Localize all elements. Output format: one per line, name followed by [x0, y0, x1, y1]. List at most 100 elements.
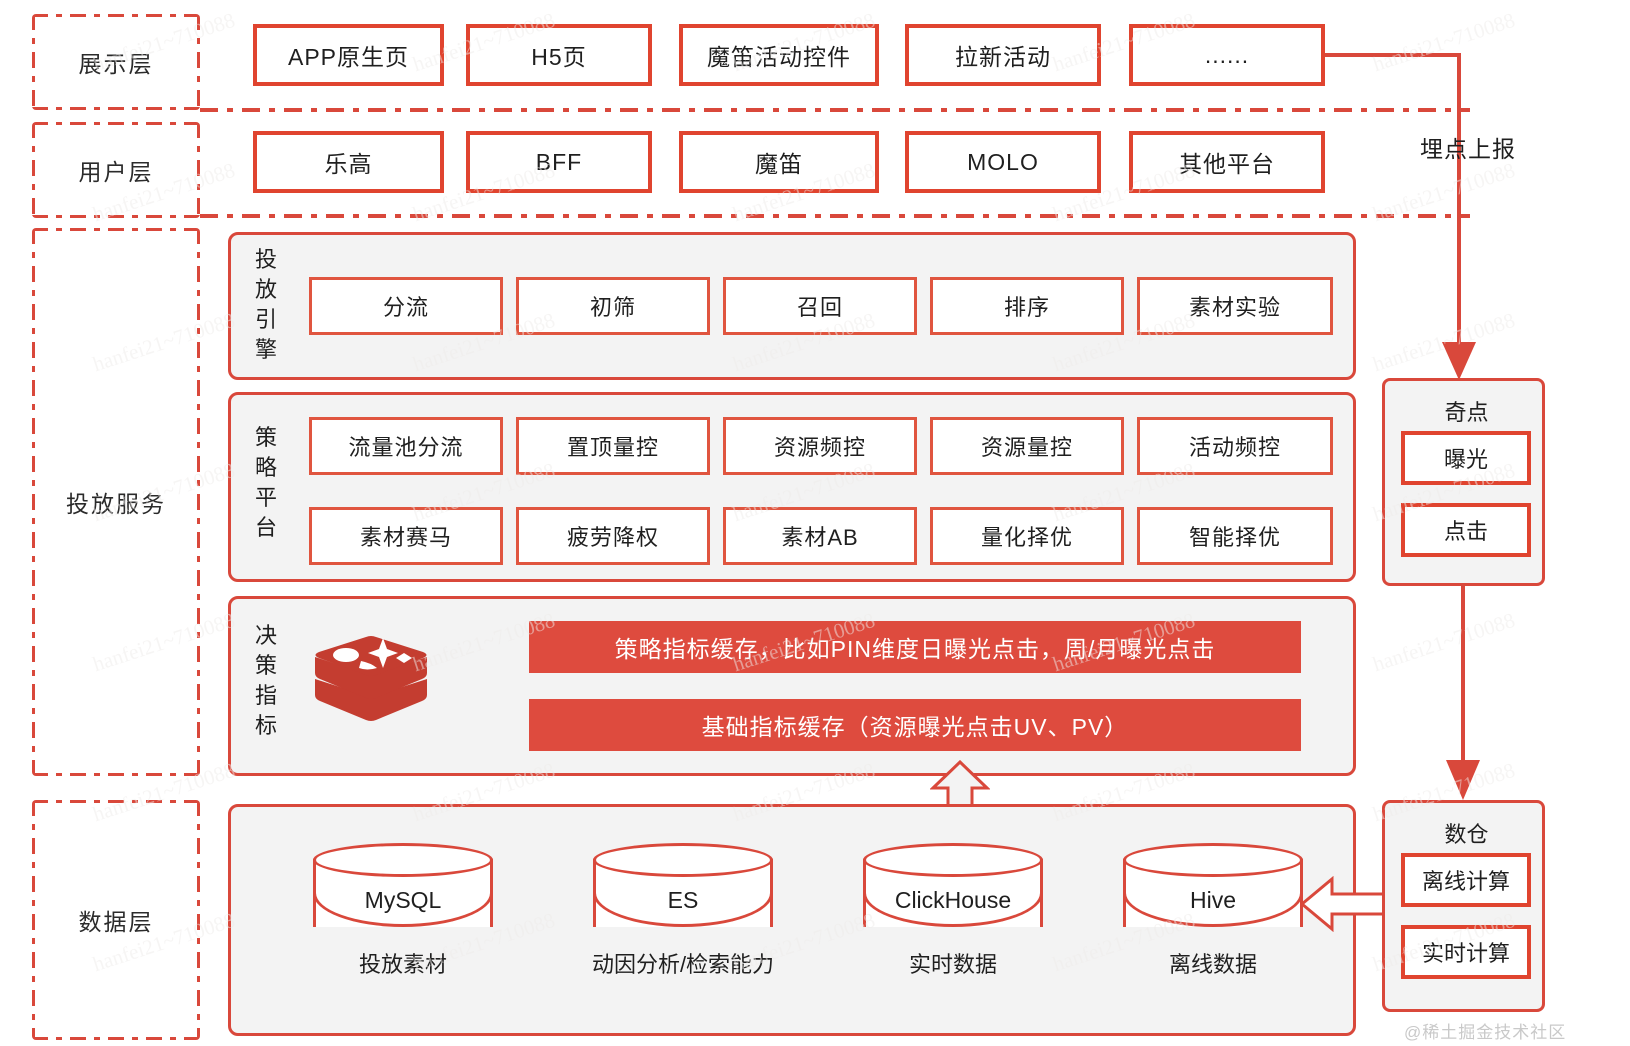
data-layer-panel: MySQL 投放素材 ES 动因分析/检索能力 ClickHouse 实时数据 …	[228, 804, 1356, 1036]
strategy-chip-r2-1-label: 素材赛马	[359, 525, 452, 550]
decision-metrics-caption: 决策指标	[254, 623, 277, 738]
connector-tracking-arrowhead	[1442, 342, 1476, 380]
strategy-chip-r2-5-label: 智能择优	[1188, 525, 1281, 550]
layer-tag-presentation-label: 展示层	[78, 51, 154, 77]
user-box-1[interactable]: 乐高	[253, 131, 444, 193]
delivery-engine-caption: 投放引擎	[254, 247, 277, 362]
layer-tag-user: 用户层	[32, 122, 200, 218]
separator-user-service	[200, 214, 1470, 218]
database-name-hive: Hive	[1189, 887, 1236, 913]
delivery-engine-chip-1-label: 分流	[382, 295, 429, 320]
user-box-3[interactable]: 魔笛	[679, 131, 879, 193]
user-box-3-label: 魔笛	[755, 151, 803, 177]
cylinder-top	[1123, 843, 1303, 877]
presentation-box-5[interactable]: ......	[1129, 24, 1325, 86]
delivery-engine-chip-3[interactable]: 召回	[723, 277, 917, 335]
delivery-engine-chip-5-label: 素材实验	[1188, 295, 1281, 320]
decision-metrics-banner-2: 基础指标缓存（资源曝光点击UV、PV）	[529, 699, 1301, 751]
delivery-engine-chip-2-label: 初筛	[589, 295, 636, 320]
decision-metrics-banner-1: 策略指标缓存，比如PIN维度日曝光点击，周/月曝光点击	[529, 621, 1301, 673]
user-box-2[interactable]: BFF	[466, 131, 652, 193]
user-box-5-label: 其他平台	[1179, 151, 1275, 177]
layer-tag-user-label: 用户层	[78, 159, 154, 185]
redis-logo-icon	[315, 636, 427, 721]
layer-tag-delivery-service-label: 投放服务	[66, 491, 166, 517]
singularity-item-exposure[interactable]: 曝光	[1401, 431, 1531, 485]
delivery-engine-chip-4[interactable]: 排序	[930, 277, 1124, 335]
decision-metrics-banner-1-label: 策略指标缓存，比如PIN维度日曝光点击，周/月曝光点击	[614, 636, 1216, 662]
watermark-text: hanfei21~710088	[1369, 607, 1518, 677]
database-caption-clickhouse: 实时数据	[908, 952, 997, 977]
connector-singularity-warehouse	[1461, 586, 1465, 768]
delivery-engine-panel: 投放引擎 分流 初筛 召回 排序 素材实验	[228, 232, 1356, 380]
decision-metrics-panel: 决策指标 策略指标缓存，比如PIN维度日曝光点击，周/月曝光点击 基础指标缓存（…	[228, 596, 1356, 776]
warehouse-to-data-left-arrow-icon	[1300, 876, 1386, 932]
decision-metrics-banner-2-label: 基础指标缓存（资源曝光点击UV、PV）	[701, 714, 1129, 740]
architecture-diagram-canvas: hanfei21~710088 hanfei21~710088 hanfei21~7…	[0, 0, 1630, 1046]
database-cylinder-mysql: MySQL	[313, 843, 493, 929]
strategy-chip-r2-3[interactable]: 素材AB	[723, 507, 917, 565]
strategy-chip-r1-1-label: 流量池分流	[348, 435, 464, 460]
delivery-engine-chip-3-label: 召回	[796, 295, 843, 320]
database-caption-mysql: 投放素材	[358, 952, 447, 977]
singularity-title: 奇点	[1444, 400, 1489, 425]
cylinder-top	[313, 843, 493, 877]
strategy-chip-r1-2-label: 置顶量控	[566, 435, 659, 460]
corner-watermark: @稀土掘金技术社区	[1404, 1023, 1567, 1042]
strategy-platform-caption: 策略平台	[254, 425, 277, 540]
data-to-metrics-up-arrow-icon	[930, 760, 990, 808]
database-cylinder-clickhouse: ClickHouse	[863, 843, 1043, 929]
strategy-chip-r1-4-label: 资源量控	[980, 435, 1073, 460]
warehouse-panel: 数仓 离线计算 实时计算	[1382, 800, 1545, 1012]
presentation-box-5-label: ......	[1204, 41, 1250, 68]
presentation-box-1-label: APP原生页	[287, 44, 410, 70]
warehouse-item-realtime-label: 实时计算	[1421, 941, 1510, 966]
user-box-5[interactable]: 其他平台	[1129, 131, 1325, 193]
delivery-engine-chip-1[interactable]: 分流	[309, 277, 503, 335]
layer-tag-data-label: 数据层	[78, 909, 154, 935]
strategy-chip-r1-3[interactable]: 资源频控	[723, 417, 917, 475]
warehouse-item-offline[interactable]: 离线计算	[1401, 853, 1531, 907]
database-cylinder-hive: Hive	[1123, 843, 1303, 929]
delivery-engine-chip-2[interactable]: 初筛	[516, 277, 710, 335]
strategy-chip-r2-2[interactable]: 疲劳降权	[516, 507, 710, 565]
warehouse-item-realtime[interactable]: 实时计算	[1401, 925, 1531, 979]
singularity-item-click[interactable]: 点击	[1401, 503, 1531, 557]
strategy-chip-r1-4[interactable]: 资源量控	[930, 417, 1124, 475]
strategy-platform-panel: 策略平台 流量池分流 置顶量控 资源频控 资源量控 活动频控 素材赛马 疲劳降权…	[228, 392, 1356, 582]
connector-tracking-horizontal	[1325, 53, 1461, 57]
database-name-es: ES	[667, 887, 699, 913]
strategy-chip-r1-2[interactable]: 置顶量控	[516, 417, 710, 475]
strategy-chip-r2-1[interactable]: 素材赛马	[309, 507, 503, 565]
presentation-box-2-label: H5页	[531, 44, 587, 70]
database-name-mysql: MySQL	[364, 887, 442, 913]
user-box-2-label: BFF	[535, 148, 583, 175]
strategy-chip-r2-4[interactable]: 量化择优	[930, 507, 1124, 565]
connector-tracking-vertical	[1457, 53, 1461, 353]
user-box-4[interactable]: MOLO	[905, 131, 1101, 193]
strategy-chip-r1-1[interactable]: 流量池分流	[309, 417, 503, 475]
cylinder-top	[593, 843, 773, 877]
strategy-chip-r1-5-label: 活动频控	[1188, 435, 1281, 460]
singularity-item-click-label: 点击	[1443, 519, 1488, 544]
strategy-chip-r1-5[interactable]: 活动频控	[1137, 417, 1333, 475]
delivery-engine-chip-5[interactable]: 素材实验	[1137, 277, 1333, 335]
presentation-box-1[interactable]: APP原生页	[253, 24, 444, 86]
presentation-box-3-label: 魔笛活动控件	[707, 44, 851, 70]
warehouse-item-offline-label: 离线计算	[1421, 869, 1510, 894]
presentation-box-3[interactable]: 魔笛活动控件	[679, 24, 879, 86]
presentation-box-4-label: 拉新活动	[955, 44, 1051, 70]
database-name-clickhouse: ClickHouse	[894, 887, 1012, 913]
strategy-chip-r2-4-label: 量化择优	[980, 525, 1073, 550]
cylinder-top	[863, 843, 1043, 877]
strategy-chip-r2-3-label: 素材AB	[781, 525, 859, 550]
presentation-box-2[interactable]: H5页	[466, 24, 652, 86]
watermark-text: hanfei21~710088	[1369, 7, 1518, 77]
tracking-report-label: 埋点上报	[1420, 136, 1516, 162]
delivery-engine-chip-4-label: 排序	[1003, 295, 1050, 320]
user-box-1-label: 乐高	[324, 151, 373, 177]
database-cylinder-es: ES	[593, 843, 773, 929]
database-caption-hive: 离线数据	[1168, 952, 1257, 977]
presentation-box-4[interactable]: 拉新活动	[905, 24, 1101, 86]
strategy-chip-r2-5[interactable]: 智能择优	[1137, 507, 1333, 565]
